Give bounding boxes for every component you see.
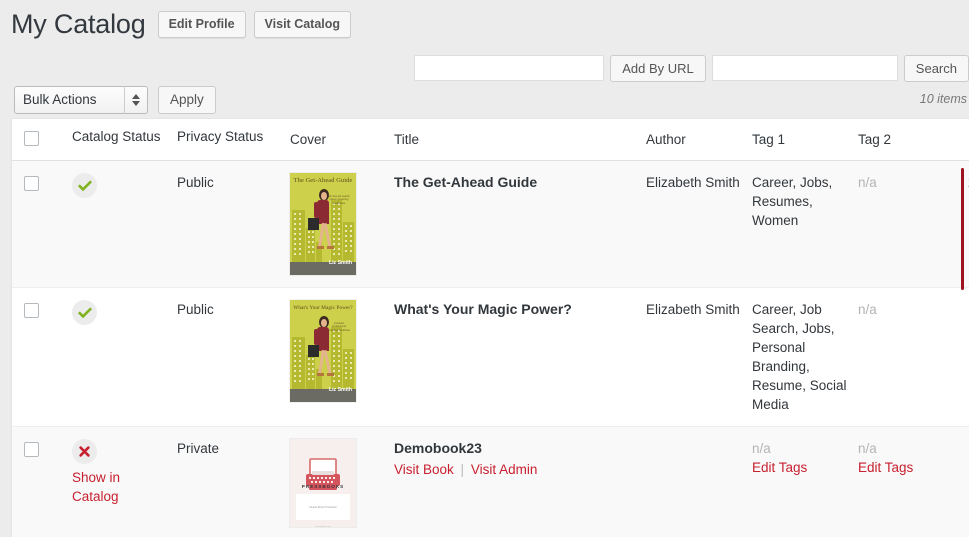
catalog-table-wrapper: Catalog Status Privacy Status Cover Titl… bbox=[11, 118, 969, 537]
catalog-status-cell bbox=[72, 287, 177, 427]
tag2-value: n/a bbox=[858, 302, 877, 317]
check-icon[interactable] bbox=[72, 300, 97, 325]
column-header-cover[interactable]: Cover bbox=[290, 119, 394, 161]
column-header-author[interactable]: Author bbox=[646, 119, 752, 161]
bulk-actions-selected-label: Bulk Actions bbox=[23, 92, 97, 107]
add-by-url-button[interactable]: Add By URL bbox=[610, 54, 706, 82]
tag2-value: n/a bbox=[858, 175, 877, 190]
table-row: Show in Catalog Private PRESSBOOKS Simpl… bbox=[12, 426, 969, 537]
visit-admin-link[interactable]: Visit Admin bbox=[471, 460, 538, 479]
title-cell: Demobook23 Visit Book | Visit Admin bbox=[394, 426, 646, 537]
cover-subtitle-text: A classic professional branding workbook bbox=[328, 322, 350, 332]
cover-brand-tagline: Simple Book Production bbox=[309, 506, 337, 509]
column-header-tag1[interactable]: Tag 1 bbox=[752, 119, 858, 161]
row-select-checkbox[interactable] bbox=[24, 303, 39, 318]
tag1-cell: n/a Edit Tags bbox=[752, 426, 858, 537]
edit-tags-link-1[interactable]: Edit Tags bbox=[752, 458, 807, 477]
item-count-label: 10 items bbox=[919, 92, 967, 106]
tag1-cell: Career, Jobs, Resumes, Women bbox=[752, 160, 858, 288]
title-cell: The Get-Ahead Guide bbox=[394, 160, 646, 288]
cover-cell: The Get-Ahead Guide Six free job search … bbox=[290, 160, 394, 288]
table-body: Public The Get-Ahead Guide Six free job … bbox=[12, 160, 969, 537]
x-icon[interactable] bbox=[72, 439, 97, 464]
link-separator: | bbox=[460, 462, 465, 477]
search-button[interactable]: Search bbox=[903, 54, 969, 82]
show-in-catalog-link[interactable]: Show in Catalog bbox=[72, 468, 167, 506]
book-cover-image: The Get-Ahead Guide Six free job search … bbox=[290, 173, 356, 275]
select-all-checkbox[interactable] bbox=[24, 131, 39, 146]
chevron-updown-icon bbox=[124, 86, 147, 114]
page-title: My Catalog bbox=[11, 9, 146, 39]
search-input[interactable] bbox=[711, 55, 898, 81]
book-title[interactable]: The Get-Ahead Guide bbox=[394, 174, 537, 190]
search-toolbar: Add By URL Search bbox=[414, 54, 969, 82]
cover-title-text: The Get-Ahead Guide bbox=[293, 177, 353, 184]
catalog-status-cell bbox=[72, 160, 177, 288]
row-checkbox-cell bbox=[12, 287, 72, 427]
tag1-cell: Career, Job Search, Jobs, Personal Brand… bbox=[752, 287, 858, 427]
author-cell: Elizabeth Smith bbox=[646, 160, 752, 288]
tag2-cell: n/a bbox=[858, 287, 968, 427]
visit-book-link[interactable]: Visit Book bbox=[394, 460, 454, 479]
apply-button[interactable]: Apply bbox=[158, 86, 216, 114]
catalog-table: Catalog Status Privacy Status Cover Titl… bbox=[12, 119, 969, 537]
row-select-checkbox[interactable] bbox=[24, 442, 39, 457]
add-by-url-input[interactable] bbox=[414, 55, 605, 81]
cover-brand-block: PRESSBOOKS Simple Book Production pressb… bbox=[296, 484, 350, 527]
edit-profile-button[interactable]: Edit Profile bbox=[157, 10, 246, 38]
column-header-catalog-status[interactable]: Catalog Status bbox=[72, 119, 177, 161]
cover-author-text: Liz Smith bbox=[328, 260, 352, 266]
scrollbar-thumb[interactable] bbox=[961, 168, 964, 290]
bulk-actions-select[interactable]: Bulk Actions bbox=[14, 86, 148, 114]
row-select-checkbox[interactable] bbox=[24, 176, 39, 191]
book-title[interactable]: What's Your Magic Power? bbox=[394, 301, 572, 317]
privacy-status-cell: Private bbox=[177, 426, 290, 537]
table-row: Public bbox=[12, 287, 969, 427]
cover-cell: What's Your Magic Power? A classic profe… bbox=[290, 287, 394, 427]
book-cover-image: What's Your Magic Power? A classic profe… bbox=[290, 300, 356, 402]
column-header-checkbox bbox=[12, 119, 72, 161]
cover-brand-text: PRESSBOOKS bbox=[301, 484, 345, 489]
privacy-status-cell: Public bbox=[177, 287, 290, 427]
table-header-row: Catalog Status Privacy Status Cover Titl… bbox=[12, 119, 969, 161]
tag2-cell: n/a bbox=[858, 160, 968, 288]
book-title[interactable]: Demobook23 bbox=[394, 440, 482, 456]
row-checkbox-cell bbox=[12, 160, 72, 288]
visit-catalog-button[interactable]: Visit Catalog bbox=[253, 10, 352, 38]
table-head: Catalog Status Privacy Status Cover Titl… bbox=[12, 119, 969, 161]
cover-subtitle-text: Six free job search career-powering work… bbox=[328, 195, 350, 205]
cover-brand-sub: pressbooks.com bbox=[315, 526, 331, 527]
tag2-cell: n/a Edit Tags bbox=[858, 426, 968, 537]
cover-author-text: Liz Smith bbox=[328, 387, 352, 393]
check-icon[interactable] bbox=[72, 173, 97, 198]
column-header-title[interactable]: Title bbox=[394, 119, 646, 161]
tag1-value: n/a bbox=[752, 441, 771, 456]
title-cell: What's Your Magic Power? bbox=[394, 287, 646, 427]
page-header: My Catalog Edit Profile Visit Catalog bbox=[0, 0, 969, 48]
catalog-page: My Catalog Edit Profile Visit Catalog Ad… bbox=[0, 0, 969, 537]
edit-tags-link-2[interactable]: Edit Tags bbox=[858, 458, 913, 477]
author-cell: Elizabeth Smith bbox=[646, 287, 752, 427]
catalog-status-cell: Show in Catalog bbox=[72, 426, 177, 537]
tag2-value: n/a bbox=[858, 441, 877, 456]
cover-title-text: What's Your Magic Power? bbox=[293, 305, 353, 311]
table-row: Public bbox=[12, 160, 969, 288]
table-navigation: Bulk Actions Apply 10 items bbox=[0, 86, 969, 116]
column-header-privacy-status[interactable]: Privacy Status bbox=[177, 119, 290, 161]
cover-cell: PRESSBOOKS Simple Book Production pressb… bbox=[290, 426, 394, 537]
column-header-tag2[interactable]: Tag 2 bbox=[858, 119, 968, 161]
row-checkbox-cell bbox=[12, 426, 72, 537]
privacy-status-cell: Public bbox=[177, 160, 290, 288]
author-cell bbox=[646, 426, 752, 537]
book-cover-image: PRESSBOOKS Simple Book Production pressb… bbox=[290, 439, 356, 527]
